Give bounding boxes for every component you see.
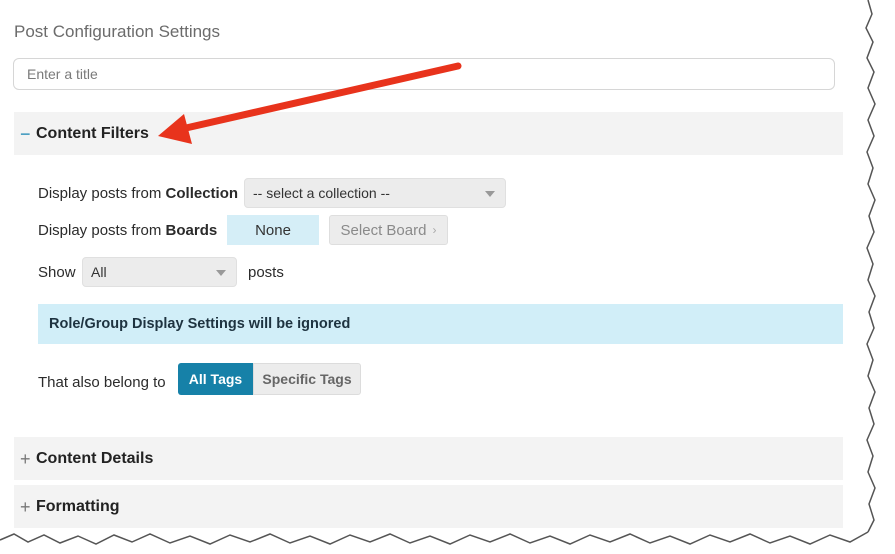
- plus-icon: +: [20, 496, 31, 517]
- collection-select[interactable]: -- select a collection --: [244, 178, 506, 208]
- select-board-button[interactable]: Select Board ›: [329, 215, 448, 245]
- tags-label: That also belong to: [38, 374, 166, 391]
- collection-label-prefix: Display posts from: [38, 185, 166, 202]
- all-tags-button[interactable]: All Tags: [178, 363, 253, 395]
- section-content-details-header[interactable]: + Content Details: [14, 437, 843, 480]
- section-title-content-filters: Content Filters: [36, 124, 149, 142]
- caret-down-icon: [216, 270, 226, 276]
- boards-label: Display posts from Boards: [38, 222, 217, 239]
- plus-icon: +: [20, 448, 31, 469]
- collection-select-value: -- select a collection --: [253, 185, 390, 201]
- minus-icon: −: [20, 123, 31, 144]
- collection-label-bold: Collection: [165, 185, 239, 202]
- section-title-formatting: Formatting: [36, 497, 120, 515]
- section-formatting-header[interactable]: + Formatting: [14, 485, 843, 528]
- show-select-value: All: [91, 264, 107, 280]
- page-title: Post Configuration Settings: [14, 22, 221, 41]
- specific-tags-button[interactable]: Specific Tags: [253, 363, 361, 395]
- select-board-label: Select Board: [340, 221, 427, 239]
- show-select[interactable]: All: [82, 257, 237, 287]
- section-content-filters-header[interactable]: − Content Filters: [14, 112, 843, 155]
- title-input[interactable]: [13, 58, 835, 90]
- boards-label-bold: Boards: [165, 222, 218, 239]
- show-label: Show: [38, 264, 76, 281]
- caret-down-icon: [485, 191, 495, 197]
- role-group-notice: Role/Group Display Settings will be igno…: [38, 304, 843, 344]
- chevron-right-icon: ›: [432, 223, 437, 237]
- show-suffix: posts: [248, 264, 284, 281]
- boards-label-prefix: Display posts from: [38, 222, 166, 239]
- section-title-content-details: Content Details: [36, 449, 154, 467]
- collection-label: Display posts from Collection: [38, 185, 238, 202]
- boards-none-button[interactable]: None: [227, 215, 319, 245]
